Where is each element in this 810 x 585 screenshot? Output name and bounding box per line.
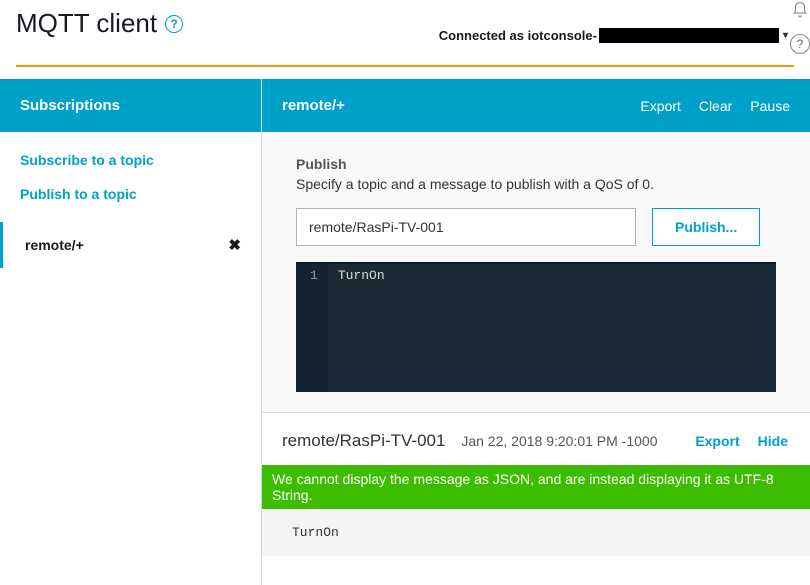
message-hide-action[interactable]: Hide xyxy=(758,433,788,449)
sidebar: Subscriptions Subscribe to a topic Publi… xyxy=(0,79,262,585)
publish-button[interactable]: Publish... xyxy=(652,208,760,246)
connection-label: Connected as iotconsole- xyxy=(439,28,597,43)
question-icon[interactable]: ? xyxy=(790,34,810,54)
connection-status[interactable]: Connected as iotconsole- ▾ xyxy=(439,28,788,43)
message-item: remote/RasPi-TV-001 Jan 22, 2018 9:20:01… xyxy=(262,413,810,556)
message-topic: remote/RasPi-TV-001 xyxy=(282,431,445,450)
chevron-down-icon: ▾ xyxy=(783,30,788,41)
subscription-name: remote/+ xyxy=(25,237,84,253)
editor-body[interactable]: TurnOn xyxy=(328,264,776,392)
subscription-item[interactable]: remote/+ ✖ xyxy=(0,222,261,268)
connection-id-redacted xyxy=(599,28,779,43)
pause-action[interactable]: Pause xyxy=(750,98,790,114)
message-export-action[interactable]: Export xyxy=(695,433,739,449)
topic-input[interactable] xyxy=(296,208,636,246)
payload-editor[interactable]: 1 TurnOn xyxy=(296,262,776,392)
content-title: remote/+ xyxy=(282,97,345,114)
sidebar-header: Subscriptions xyxy=(0,79,261,132)
divider-accent xyxy=(16,65,794,67)
clear-action[interactable]: Clear xyxy=(699,98,732,114)
export-action[interactable]: Export xyxy=(640,98,680,114)
publish-link[interactable]: Publish to a topic xyxy=(20,186,241,202)
bell-icon[interactable] xyxy=(790,0,810,20)
editor-gutter: 1 xyxy=(296,264,328,392)
page-header: MQTT client ? Connected as iotconsole- ▾… xyxy=(0,0,810,79)
message-header: remote/RasPi-TV-001 Jan 22, 2018 9:20:01… xyxy=(262,413,810,465)
subscribe-link[interactable]: Subscribe to a topic xyxy=(20,152,241,168)
page-title: MQTT client xyxy=(16,8,157,39)
message-body: TurnOn xyxy=(262,509,810,556)
publish-description: Specify a topic and a message to publish… xyxy=(296,176,776,192)
content-panel: remote/+ Export Clear Pause Publish Spec… xyxy=(262,79,810,585)
publish-section: Publish Specify a topic and a message to… xyxy=(262,132,810,413)
content-header: remote/+ Export Clear Pause xyxy=(262,79,810,132)
message-warning: We cannot display the message as JSON, a… xyxy=(262,465,810,509)
help-icon[interactable]: ? xyxy=(165,15,183,33)
close-icon[interactable]: ✖ xyxy=(228,236,241,254)
main-panel: Subscriptions Subscribe to a topic Publi… xyxy=(0,79,810,585)
publish-label: Publish xyxy=(296,156,776,172)
message-timestamp: Jan 22, 2018 9:20:01 PM -1000 xyxy=(461,433,657,449)
